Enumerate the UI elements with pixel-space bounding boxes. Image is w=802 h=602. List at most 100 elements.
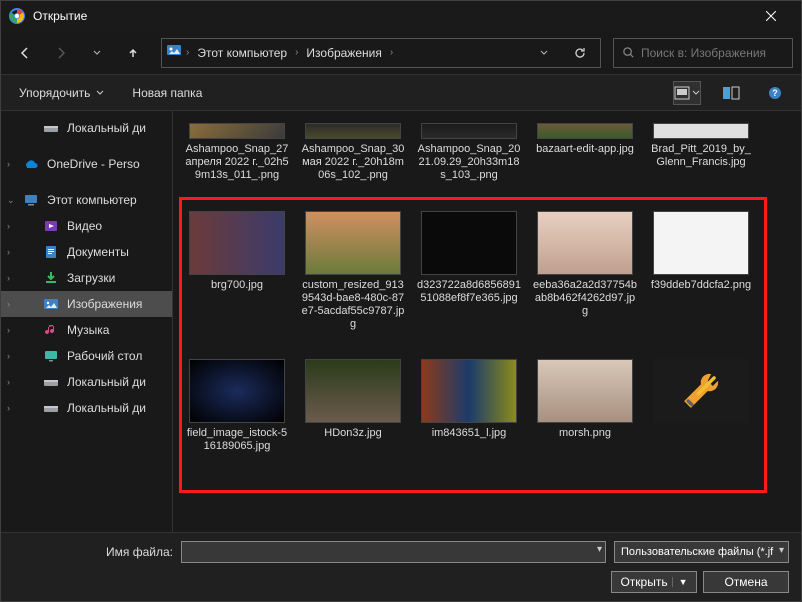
organize-button[interactable]: Упорядочить: [13, 82, 110, 104]
sidebar-item-label: OneDrive - Perso: [47, 157, 140, 171]
path-segment-pc[interactable]: Этот компьютер: [193, 44, 291, 62]
sidebar-item-desktop[interactable]: ›Рабочий стол: [1, 343, 172, 369]
file-item[interactable]: field_image_istock-516189065.jpg: [181, 355, 293, 457]
file-thumbnail: [421, 123, 517, 139]
downloads-icon: [43, 270, 59, 286]
cancel-button[interactable]: Отмена: [703, 571, 789, 593]
chevron-down-icon: ▼: [672, 577, 688, 587]
file-type-filter[interactable]: Пользовательские файлы (*.jf ▾: [614, 541, 789, 563]
file-item[interactable]: Ashampoo_Snap_30 мая 2022 г._20h18m06s_1…: [297, 119, 409, 187]
file-thumbnail: [421, 211, 517, 275]
view-mode-button[interactable]: [673, 81, 701, 105]
file-item[interactable]: im843651_l.jpg: [413, 355, 525, 457]
sidebar-item-onedrive[interactable]: ›OneDrive - Perso: [1, 151, 172, 177]
sidebar-item-label: Музыка: [67, 323, 109, 337]
search-input[interactable]: Поиск в: Изображения: [613, 38, 793, 68]
file-list[interactable]: Ashampoo_Snap_27 апреля 2022 г._02h59m13…: [173, 111, 801, 532]
file-name: eeba36a2a2d37754bab8b462f4262d97.jpg: [533, 279, 637, 319]
file-item[interactable]: bazaart-edit-app.jpg: [529, 119, 641, 187]
file-thumbnail: [189, 123, 285, 139]
pictures-icon: [43, 296, 59, 312]
up-button[interactable]: [117, 37, 149, 69]
sidebar-item-label: Локальный ди: [67, 401, 146, 415]
video-icon: [43, 218, 59, 234]
chevron-icon: ›: [7, 273, 10, 283]
file-item[interactable]: d323722a8d685689151088ef8f7e365.jpg: [413, 207, 525, 335]
sidebar-item-downloads[interactable]: ›Загрузки: [1, 265, 172, 291]
sidebar-item-music[interactable]: › Музыка: [1, 317, 172, 343]
drive-icon: [43, 400, 59, 416]
titlebar: Открытие: [1, 1, 801, 31]
drive-icon: [43, 374, 59, 390]
file-item[interactable]: HDon3z.jpg: [297, 355, 409, 457]
file-thumbnail: [537, 123, 633, 139]
chevron-icon: ›: [7, 221, 10, 231]
close-button[interactable]: [748, 1, 793, 31]
sidebar-item-drive[interactable]: Локальный ди: [1, 115, 172, 141]
chevron-icon: ›: [7, 247, 10, 257]
toolbar: Упорядочить Новая папка ?: [1, 75, 801, 111]
sidebar-item-drive[interactable]: › Локальный ди: [1, 369, 172, 395]
bottom-panel: Имя файла: ▾ Пользовательские файлы (*.j…: [1, 532, 801, 601]
preview-pane-button[interactable]: [717, 81, 745, 105]
help-button[interactable]: ?: [761, 81, 789, 105]
sidebar-item-label: Этот компьютер: [47, 193, 137, 207]
file-thumbnail: [305, 211, 401, 275]
file-item[interactable]: morsh.png: [529, 355, 641, 457]
sidebar-item-label: Видео: [67, 219, 102, 233]
file-thumbnail: [537, 359, 633, 423]
desktop-icon: [43, 348, 59, 364]
back-button[interactable]: [9, 37, 41, 69]
sidebar-item-video[interactable]: › Видео: [1, 213, 172, 239]
chevron-right-icon: ›: [186, 47, 189, 58]
file-item[interactable]: Ashampoo_Snap_2021.09.29_20h33m18s_103_.…: [413, 119, 525, 187]
sidebar-item-pc[interactable]: ⌄Этот компьютер: [1, 187, 172, 213]
file-item[interactable]: f39ddeb7ddcfa2.png: [645, 207, 757, 335]
file-name: bazaart-edit-app.jpg: [536, 143, 634, 156]
sidebar-item-label: Локальный ди: [67, 375, 146, 389]
open-button[interactable]: Открыть ▼: [611, 571, 697, 593]
svg-text:?: ?: [772, 88, 778, 98]
file-item[interactable]: Brad_Pitt_2019_by_Glenn_Francis.jpg: [645, 119, 757, 187]
sidebar-item-drive[interactable]: ›Локальный ди: [1, 395, 172, 421]
chevron-icon: ›: [7, 377, 10, 387]
file-thumbnail: [305, 123, 401, 139]
file-thumbnail: [421, 359, 517, 423]
window-title: Открытие: [33, 9, 87, 23]
file-name: HDon3z.jpg: [324, 427, 381, 440]
sidebar-item-label: Изображения: [67, 297, 142, 311]
file-item[interactable]: brg700.jpg: [181, 207, 293, 335]
file-name: d323722a8d685689151088ef8f7e365.jpg: [417, 279, 521, 305]
file-thumbnail: [189, 211, 285, 275]
sidebar-item-label: Локальный ди: [67, 121, 146, 135]
file-name: f39ddeb7ddcfa2.png: [651, 279, 751, 292]
chevron-right-icon: ›: [390, 47, 393, 58]
file-thumbnail: [653, 123, 749, 139]
file-item[interactable]: [645, 355, 757, 457]
filename-label: Имя файла:: [13, 545, 173, 559]
path-segment-pictures[interactable]: Изображения: [302, 44, 385, 62]
chevron-down-icon: ▾: [779, 545, 784, 556]
file-thumbnail: [305, 359, 401, 423]
sidebar-item-pictures[interactable]: ›Изображения: [1, 291, 172, 317]
filename-input[interactable]: [181, 541, 606, 563]
forward-button[interactable]: [45, 37, 77, 69]
recent-dropdown[interactable]: [81, 37, 113, 69]
path-dropdown[interactable]: [528, 37, 560, 69]
file-name: custom_resized_9139543d-bae8-480c-87e7-5…: [301, 279, 405, 331]
chevron-icon: ›: [7, 325, 10, 335]
refresh-button[interactable]: [564, 37, 596, 69]
new-folder-button[interactable]: Новая папка: [126, 82, 208, 104]
docs-icon: [43, 244, 59, 260]
file-name: field_image_istock-516189065.jpg: [185, 427, 289, 453]
sidebar-item-label: Документы: [67, 245, 129, 259]
sidebar-item-docs[interactable]: › Документы: [1, 239, 172, 265]
chevron-down-icon: [96, 89, 104, 97]
file-item[interactable]: Ashampoo_Snap_27 апреля 2022 г._02h59m13…: [181, 119, 293, 187]
drive-icon: [43, 120, 59, 136]
chevron-icon: ›: [7, 351, 10, 361]
app-icon: [9, 8, 25, 24]
file-item[interactable]: eeba36a2a2d37754bab8b462f4262d97.jpg: [529, 207, 641, 335]
file-item[interactable]: custom_resized_9139543d-bae8-480c-87e7-5…: [297, 207, 409, 335]
path-bar[interactable]: › Этот компьютер › Изображения ›: [161, 38, 601, 68]
